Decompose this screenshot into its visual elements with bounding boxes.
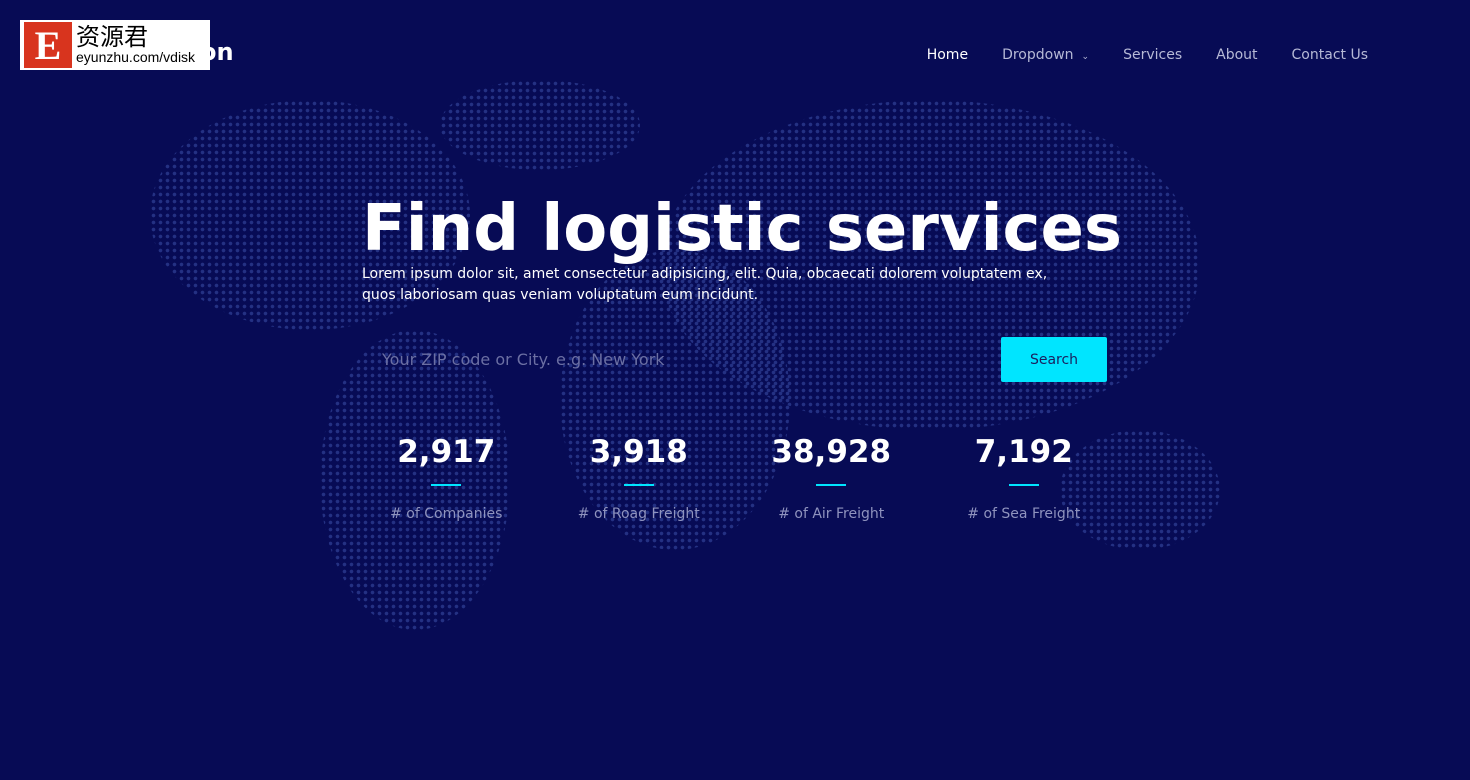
search-input[interactable] — [362, 337, 992, 382]
nav-dropdown[interactable]: Dropdown ⌄ — [1002, 47, 1089, 63]
nav-dropdown-label: Dropdown — [1002, 47, 1074, 63]
nav-contact[interactable]: Contact Us — [1292, 47, 1368, 63]
watermark-cn: 资源君 — [76, 23, 148, 51]
nav-home[interactable]: Home — [927, 47, 968, 63]
stat-item: 38,928 # of Air Freight — [735, 434, 928, 522]
stat-value: 38,928 — [771, 434, 892, 470]
main-nav: Home Dropdown ⌄ Services About Contact Us — [927, 47, 1368, 63]
stat-value: 2,917 — [397, 434, 496, 470]
stat-item: 3,918 # of Roag Freight — [543, 434, 736, 522]
stat-item: 7,192 # of Sea Freight — [928, 434, 1121, 522]
page-title: Find logistic services — [362, 192, 1122, 266]
divider — [1008, 484, 1039, 486]
stat-value: 3,918 — [589, 434, 688, 470]
search-form: Search — [362, 337, 1107, 382]
chevron-down-icon: ⌄ — [1081, 52, 1090, 62]
stat-label: # of Companies — [390, 506, 503, 522]
divider — [431, 484, 462, 486]
nav-about[interactable]: About — [1216, 47, 1257, 63]
watermark-letter: E — [24, 22, 72, 68]
stat-value: 7,192 — [974, 434, 1073, 470]
stat-item: 2,917 # of Companies — [350, 434, 543, 522]
stat-label: # of Sea Freight — [967, 506, 1081, 522]
stats: 2,917 # of Companies 3,918 # of Roag Freig… — [350, 434, 1120, 522]
divider — [816, 484, 847, 486]
search-button[interactable]: Search — [1001, 337, 1107, 382]
hero-lead: Lorem ipsum dolor sit, amet consectetur … — [362, 266, 1048, 303]
stat-label: # of Roag Freight — [577, 506, 700, 522]
divider — [623, 484, 654, 486]
watermark-url: eyunzhu.com/vdisk — [76, 49, 196, 65]
stat-label: # of Air Freight — [778, 506, 885, 522]
nav-services[interactable]: Services — [1123, 47, 1182, 63]
watermark-logo: E 资源君 eyunzhu.com/vdisk — [20, 20, 210, 70]
